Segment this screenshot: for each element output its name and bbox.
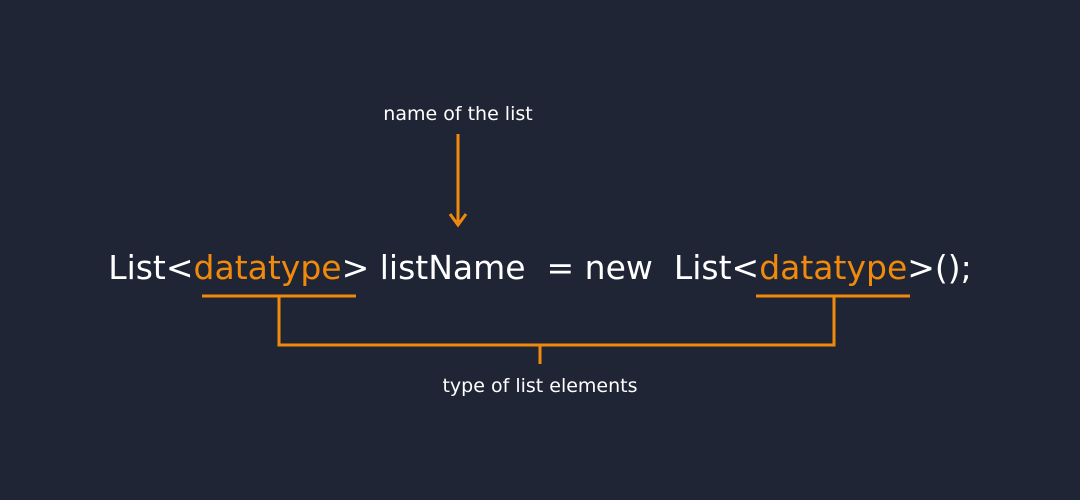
code-part-3: >(); [907,248,972,287]
code-datatype-2: datatype [759,248,908,287]
element-type-annotation: type of list elements [442,375,638,397]
code-part-2: > listName = new List< [341,248,760,287]
code-part-1: List< [108,248,194,287]
diagram-canvas: name of the list List<datatype> listName… [0,0,1080,500]
code-datatype-1: datatype [193,248,342,287]
list-declaration-code: List<datatype> listName = new List<datat… [0,246,1080,290]
type-bracket [277,296,836,347]
